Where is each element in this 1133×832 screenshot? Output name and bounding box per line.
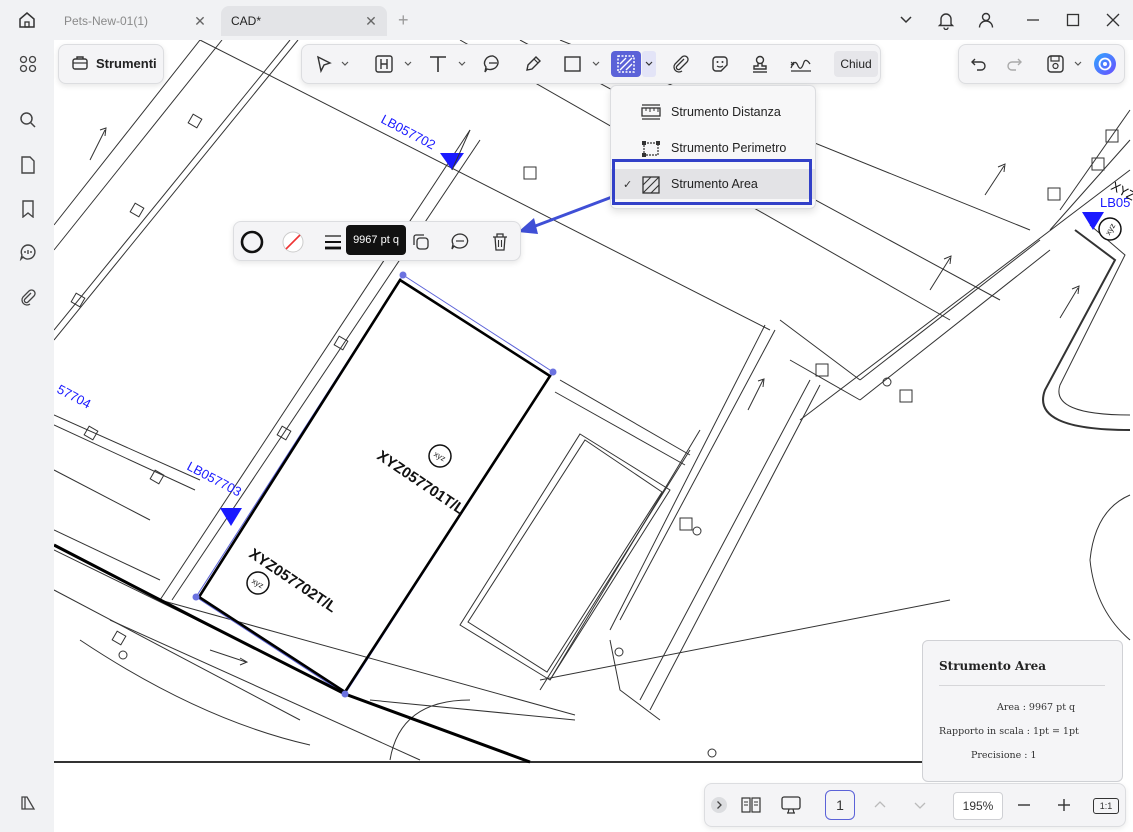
- page-layout-icon[interactable]: [738, 792, 764, 818]
- attachment-icon[interactable]: [15, 284, 41, 310]
- redo-icon[interactable]: [1002, 51, 1026, 77]
- copy-icon[interactable]: [409, 230, 433, 254]
- pencil-icon[interactable]: [520, 51, 546, 77]
- sticker-icon[interactable]: [707, 51, 733, 77]
- line-weight-icon[interactable]: [321, 230, 345, 254]
- xyz-badge-icon: xyz: [246, 571, 270, 595]
- tab-pets-new[interactable]: Pets-New-01(1) ✕: [54, 6, 216, 36]
- menu-item-label: Strumento Distanza: [671, 105, 781, 119]
- close-tab-icon[interactable]: ✕: [192, 13, 208, 29]
- strumenti-label: Strumenti: [96, 56, 157, 71]
- zoom-level-field[interactable]: 195%: [953, 792, 1003, 820]
- cad-label-lb057703: LB057703: [185, 458, 244, 499]
- close-tab-icon[interactable]: ✕: [363, 13, 379, 29]
- paperclip-icon[interactable]: [668, 51, 694, 77]
- tab-label: Pets-New-01(1): [64, 14, 149, 28]
- zoom-out-icon[interactable]: [1013, 792, 1035, 818]
- chevron-down-icon[interactable]: [894, 9, 918, 31]
- page-icon[interactable]: [15, 152, 41, 178]
- undo-icon[interactable]: [967, 51, 991, 77]
- bell-icon[interactable]: [934, 9, 958, 31]
- actual-size-button[interactable]: 1:1: [1093, 798, 1119, 814]
- save-button[interactable]: [1044, 51, 1084, 77]
- comment-icon[interactable]: [15, 239, 41, 265]
- zoom-in-icon[interactable]: [1053, 792, 1075, 818]
- panel-toggle-icon[interactable]: [15, 790, 41, 816]
- xyz-badge-icon: xyz: [1098, 217, 1122, 241]
- ai-assistant-icon[interactable]: [1092, 51, 1118, 77]
- bookmark-icon[interactable]: [15, 196, 41, 222]
- distance-ruler-icon: [641, 104, 661, 123]
- chevron-down-icon[interactable]: [642, 51, 656, 77]
- tab-cad[interactable]: CAD* ✕: [221, 6, 387, 36]
- bottom-nav-bar: 1 195% 1:1: [704, 783, 1126, 827]
- area-value: Area : 9967 pt q: [997, 702, 1076, 713]
- maximize-icon[interactable]: [1061, 9, 1085, 31]
- shape-tool-button[interactable]: [560, 51, 602, 77]
- text-tool-button[interactable]: [426, 51, 468, 77]
- parcel-label-701: XYZ057701T/L: [374, 447, 468, 518]
- chevron-down-icon[interactable]: [909, 792, 931, 818]
- cad-label-57704: 57704: [55, 381, 94, 411]
- perimeter-icon: [641, 140, 661, 161]
- xyz-badge-icon: xyz: [428, 444, 452, 468]
- close-window-icon[interactable]: [1101, 9, 1125, 31]
- trash-icon[interactable]: [488, 230, 512, 254]
- highlight-box: [612, 159, 812, 205]
- user-icon[interactable]: [974, 9, 998, 31]
- new-tab-icon[interactable]: +: [398, 10, 409, 31]
- measure-info-panel: Strumento Area Area : 9967 pt q Rapporto…: [922, 640, 1123, 782]
- comment-tool-icon[interactable]: [480, 51, 506, 77]
- select-tool-button[interactable]: [312, 51, 352, 77]
- comment-icon[interactable]: [448, 230, 472, 254]
- title-bar: Pets-New-01(1) ✕ CAD* ✕ +: [0, 0, 1133, 40]
- stamp-icon[interactable]: [747, 51, 773, 77]
- toolbox-icon: [71, 54, 89, 75]
- expand-chevron-icon[interactable]: [709, 792, 729, 818]
- search-icon[interactable]: [15, 107, 41, 133]
- menu-item-label: Strumento Perimetro: [671, 141, 787, 155]
- fill-none-icon[interactable]: [281, 230, 305, 254]
- menu-item-distanza[interactable]: Strumento Distanza: [611, 97, 815, 127]
- thumbnails-icon[interactable]: [15, 51, 41, 77]
- precision-value: Precisione : 1: [971, 750, 1037, 761]
- minimize-icon[interactable]: [1021, 9, 1045, 31]
- home-icon[interactable]: [14, 8, 40, 32]
- presentation-icon[interactable]: [778, 792, 804, 818]
- page-number-input[interactable]: 1: [825, 790, 855, 820]
- left-sidebar: [0, 40, 54, 832]
- divider: [939, 685, 1105, 686]
- area-tooltip: 9967 pt q: [346, 225, 406, 255]
- scale-ratio: Rapporto in scala : 1pt = 1pt: [939, 726, 1079, 737]
- right-toolbar: [958, 44, 1125, 84]
- area-measure-icon[interactable]: [611, 51, 641, 77]
- strumenti-button[interactable]: Strumenti: [58, 44, 164, 84]
- close-tools-button[interactable]: Chiud: [834, 51, 878, 77]
- stroke-color-icon[interactable]: [240, 230, 264, 254]
- main-toolbar: Chiud: [301, 44, 881, 84]
- signature-icon[interactable]: [786, 51, 816, 77]
- chevron-up-icon[interactable]: [869, 792, 891, 818]
- info-panel-title: Strumento Area: [939, 659, 1047, 673]
- tab-label: CAD*: [231, 14, 262, 28]
- header-tool-button[interactable]: [372, 51, 414, 77]
